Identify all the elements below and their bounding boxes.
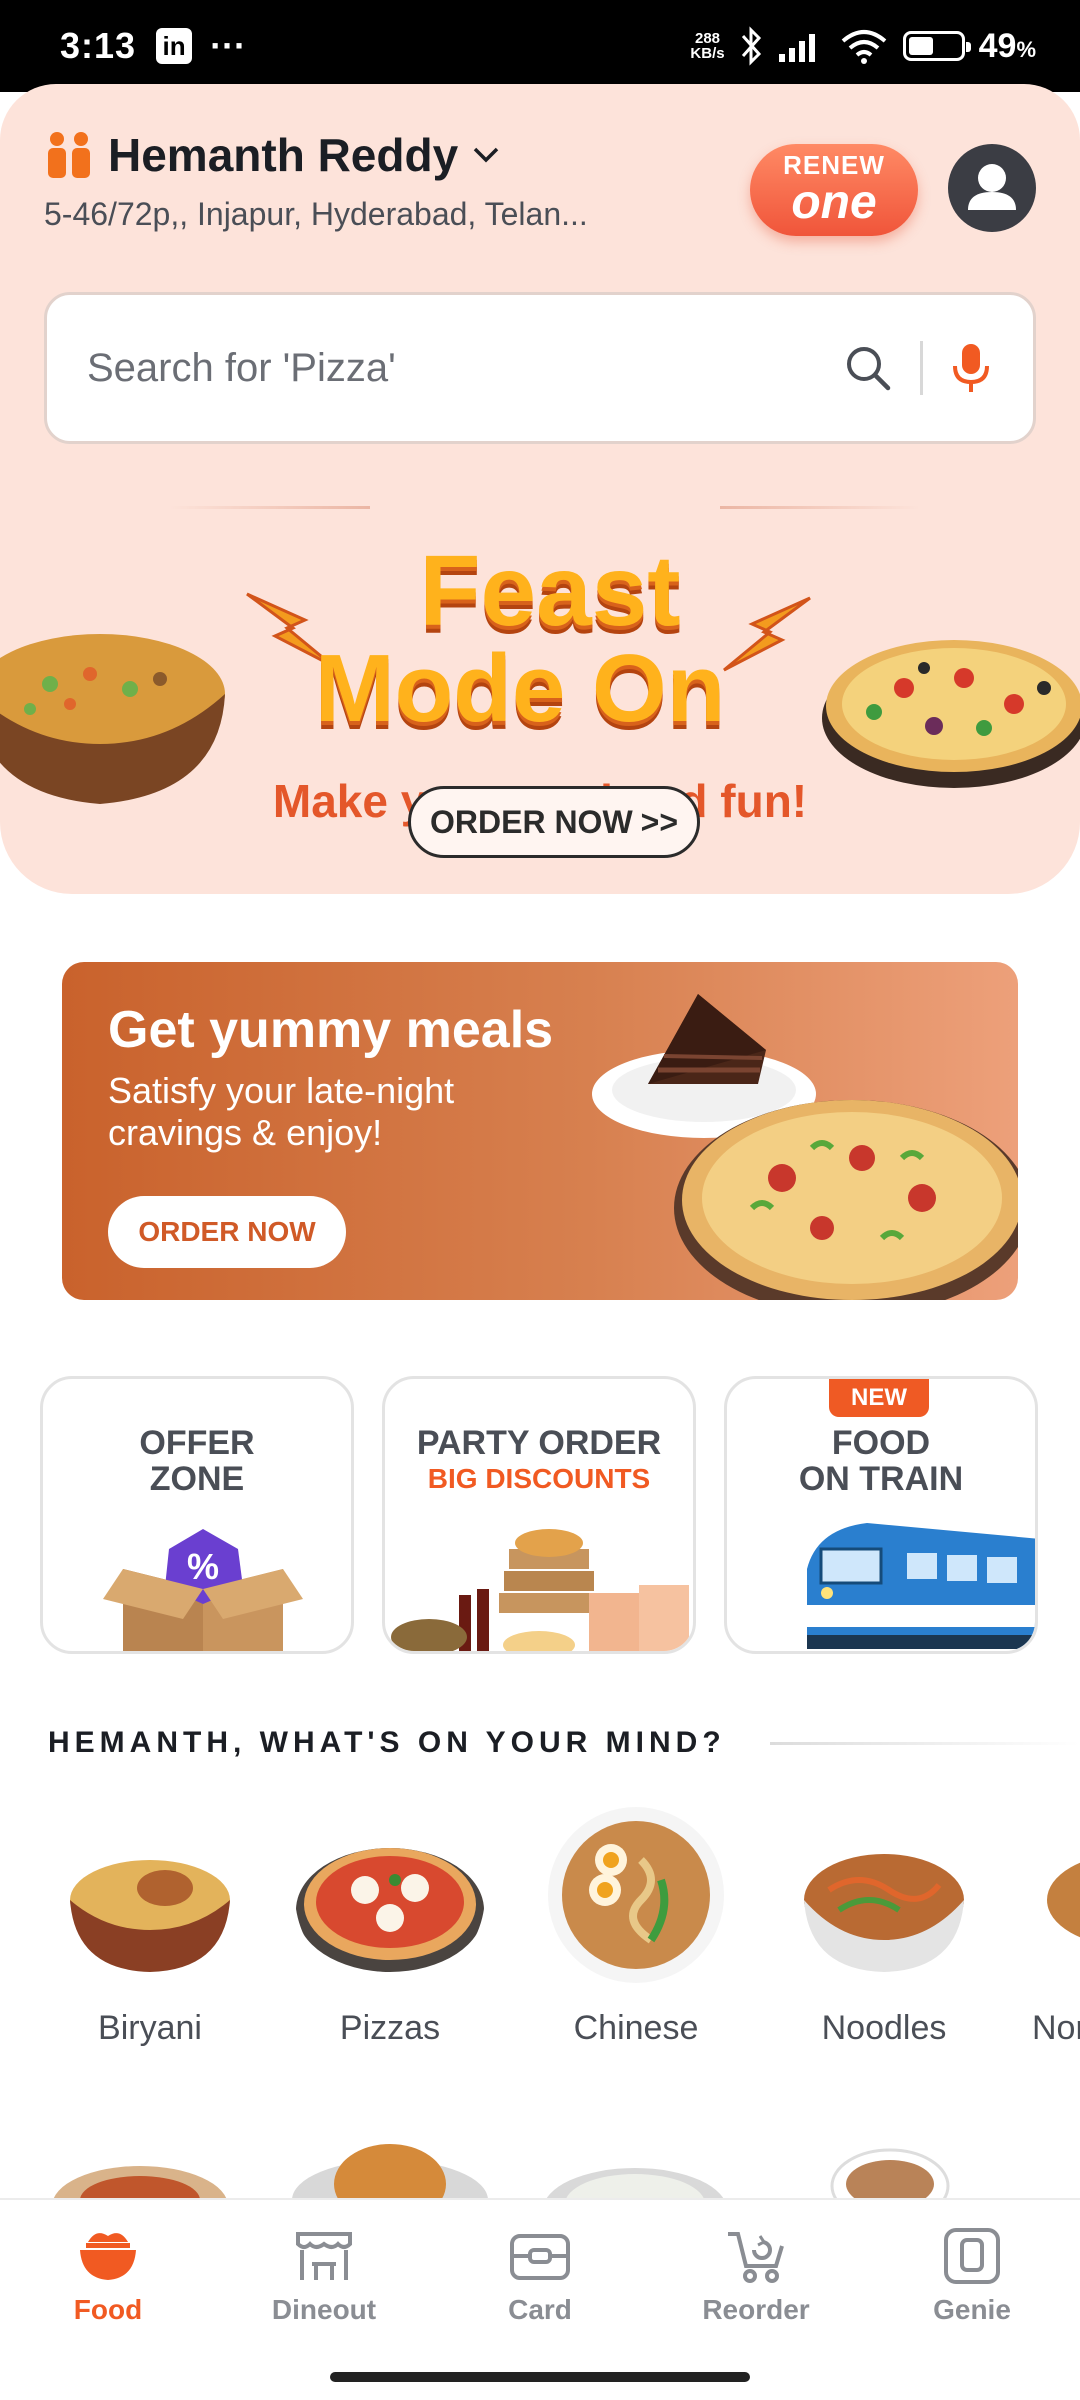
dish-biryani[interactable]: Biryani bbox=[40, 1800, 260, 2048]
nav-food[interactable]: Food bbox=[0, 2200, 216, 2360]
category-cards: OFFER ZONE % PARTY ORDER BIG DISCOUNTS N… bbox=[40, 1376, 1060, 1656]
nav-reorder[interactable]: Reorder bbox=[648, 2200, 864, 2360]
promo-pizza-image bbox=[674, 1100, 1018, 1300]
status-time: 3:13 bbox=[60, 25, 137, 66]
promo-order-now-button[interactable]: ORDER NOW bbox=[108, 1196, 346, 1268]
party-order-card[interactable]: PARTY ORDER BIG DISCOUNTS bbox=[382, 1376, 696, 1654]
train-icon bbox=[807, 1523, 1035, 1649]
wifi-icon bbox=[841, 30, 886, 64]
microphone-icon[interactable] bbox=[949, 340, 993, 396]
nav-genie[interactable]: Genie bbox=[864, 2200, 1080, 2360]
discount-box-icon: % bbox=[103, 1529, 303, 1651]
battery-icon bbox=[902, 31, 971, 61]
promo-subtitle: Satisfy your late-night cravings & enjoy… bbox=[108, 1070, 455, 1153]
dish-label: Biryani bbox=[98, 2009, 202, 2047]
promo-banner[interactable]: Get yummy meals Satisfy your late-night … bbox=[62, 962, 1018, 1300]
one-label: one bbox=[791, 176, 877, 229]
dish-north-indian[interactable]: Nor bbox=[1000, 1800, 1080, 2048]
momos-image bbox=[545, 2168, 725, 2200]
nav-label: Dineout bbox=[271, 2294, 377, 2325]
feast-title-line1: Feast bbox=[419, 535, 681, 647]
network-speed-unit: KB/s bbox=[690, 45, 725, 62]
network-speed: 288 KB/s bbox=[690, 31, 724, 61]
nav-label: Food bbox=[73, 2294, 143, 2325]
dish-label: Noodles bbox=[821, 2009, 947, 2047]
coffee-image bbox=[830, 2148, 950, 2200]
party-food-icon bbox=[391, 1529, 689, 1651]
dish-row-2 bbox=[0, 2140, 1080, 2200]
chevron-down-icon bbox=[473, 147, 499, 163]
biryani-image bbox=[70, 1860, 230, 1972]
party-order-title: PARTY ORDER BIG DISCOUNTS bbox=[416, 1424, 662, 1494]
order-line-left bbox=[170, 506, 370, 509]
user-icon bbox=[968, 164, 1016, 210]
status-bar: 3:13 in ··· 288 KB/s 49% bbox=[0, 0, 1080, 92]
food-on-train-title: FOOD ON TRAIN bbox=[798, 1424, 964, 1498]
reorder-icon bbox=[728, 2232, 784, 2283]
dish-chinese[interactable]: Chinese bbox=[526, 1800, 746, 2048]
location-selector[interactable]: Hemanth Reddy 5-46/72p,, Injapur, Hydera… bbox=[44, 128, 588, 233]
profile-avatar[interactable] bbox=[948, 144, 1036, 232]
nav-label: Genie bbox=[933, 2294, 1011, 2325]
offer-zone-title: OFFER ZONE bbox=[139, 1424, 255, 1498]
food-on-train-card[interactable]: NEW FOOD ON TRAIN bbox=[724, 1376, 1038, 1654]
card-icon bbox=[510, 2234, 570, 2280]
user-name: Hemanth Reddy bbox=[108, 129, 459, 181]
nav-card[interactable]: Card bbox=[432, 2200, 648, 2360]
new-badge: NEW bbox=[829, 1379, 929, 1417]
mind-section-title: HEMANTH, WHAT'S ON YOUR MIND? bbox=[48, 1726, 726, 1759]
search-divider bbox=[920, 341, 923, 395]
bluetooth-icon bbox=[741, 26, 761, 66]
offer-zone-card[interactable]: OFFER ZONE % bbox=[40, 1376, 354, 1654]
search-icon[interactable] bbox=[842, 342, 894, 394]
signal-icon bbox=[778, 34, 815, 62]
north-indian-image bbox=[1047, 1862, 1080, 1938]
search-input[interactable] bbox=[87, 345, 842, 391]
dish-label: Pizzas bbox=[339, 2009, 441, 2047]
noodles-image bbox=[804, 1854, 964, 1972]
promo-title: Get yummy meals bbox=[108, 1001, 554, 1059]
address-text: 5-46/72p,, Injapur, Hyderabad, Telan... bbox=[44, 196, 588, 232]
feast-order-now-label: ORDER NOW bbox=[429, 803, 633, 840]
network-speed-value: 288 bbox=[695, 30, 721, 47]
burger-image bbox=[292, 2144, 488, 2200]
swiggy-home-icon bbox=[48, 132, 90, 178]
linkedin-icon: in bbox=[156, 28, 193, 64]
battery-level bbox=[908, 37, 934, 55]
svg-text:%: % bbox=[187, 1546, 219, 1587]
nav-label: Card bbox=[508, 2294, 572, 2325]
battery-percent: 49% bbox=[978, 26, 1036, 65]
dish-noodles[interactable]: Noodles bbox=[774, 1800, 994, 2048]
header-panel: Hemanth Reddy 5-46/72p,, Injapur, Hydera… bbox=[0, 84, 1080, 894]
dish-label: Chinese bbox=[573, 2009, 699, 2047]
dineout-icon bbox=[296, 2232, 352, 2280]
feast-title-line2: Mode On bbox=[314, 635, 726, 742]
pizza-dish-image bbox=[296, 1848, 484, 1972]
feast-order-now-button[interactable]: ORDER NOW >> bbox=[408, 786, 700, 858]
search-bar[interactable] bbox=[44, 292, 1036, 444]
nav-dineout[interactable]: Dineout bbox=[216, 2200, 432, 2360]
order-line-right bbox=[720, 506, 920, 509]
mind-section-divider bbox=[770, 1742, 1080, 1745]
chinese-bowl-image bbox=[548, 1807, 724, 1983]
dish-label: Nor bbox=[1032, 2009, 1080, 2047]
renew-one-button[interactable]: RENEW one bbox=[750, 144, 918, 236]
home-indicator[interactable] bbox=[330, 2372, 750, 2382]
food-bowl-icon bbox=[80, 2233, 136, 2280]
bottom-navigation: Food Dineout Card Reorder Genie bbox=[0, 2198, 1080, 2360]
dish-pizzas[interactable]: Pizzas bbox=[280, 1800, 500, 2048]
genie-icon bbox=[944, 2228, 1000, 2284]
double-chevron-icon: >> bbox=[640, 803, 679, 840]
status-more: ··· bbox=[210, 25, 247, 66]
wrap-image bbox=[53, 2166, 227, 2200]
nav-label: Reorder bbox=[702, 2294, 810, 2325]
